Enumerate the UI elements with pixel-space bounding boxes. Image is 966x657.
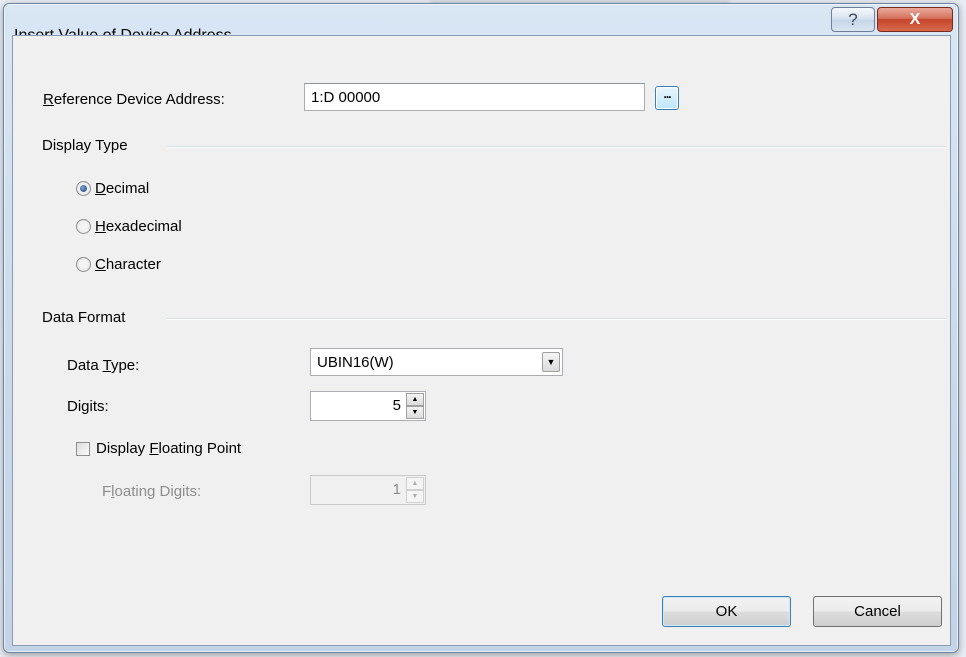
chevron-down-icon[interactable]: ▼ — [542, 352, 560, 372]
data-type-label: Data Type: — [67, 357, 140, 374]
display-type-divider — [167, 146, 946, 148]
floating-digits-value: 1 — [392, 481, 401, 498]
radio-character-control[interactable] — [76, 257, 91, 272]
data-type-select[interactable]: UBIN16(W) ▼ — [310, 348, 563, 376]
reference-address-label: Reference Device Address: — [43, 91, 225, 108]
radio-decimal-label: Decimal — [95, 180, 150, 197]
radio-character-label: Character — [95, 256, 161, 273]
radio-hexadecimal-control[interactable] — [76, 219, 91, 234]
spin-up-icon[interactable]: ▲ — [406, 393, 424, 406]
radio-selected-dot — [80, 185, 87, 192]
close-button[interactable]: X — [877, 7, 953, 32]
reference-mnemonic: R — [43, 91, 54, 108]
dialog-window: Insert Value of Device Address ? X Refer… — [3, 3, 959, 653]
floating-digits-stepper: 1 ▲ ▼ — [310, 475, 426, 505]
data-type-value: UBIN16(W) — [317, 353, 394, 371]
reference-address-value: 1:D 00000 — [311, 88, 381, 106]
ok-button[interactable]: OK — [662, 596, 791, 627]
radio-hexadecimal[interactable]: Hexadecimal — [76, 218, 182, 235]
floating-point-checkbox[interactable] — [76, 441, 90, 456]
reference-address-input[interactable]: 1:D 00000 — [304, 83, 645, 111]
browse-button[interactable]: ... — [655, 86, 679, 110]
spin-up-icon: ▲ — [406, 477, 424, 490]
display-type-title: Display Type — [42, 137, 128, 154]
spin-down-icon: ▼ — [406, 490, 424, 503]
data-format-title: Data Format — [42, 309, 126, 326]
radio-decimal[interactable]: Decimal — [76, 180, 149, 197]
radio-character[interactable]: Character — [76, 256, 161, 273]
floating-point-checkbox-row[interactable]: Display Floating Point — [76, 440, 241, 457]
radio-hexadecimal-label: Hexadecimal — [95, 218, 182, 235]
floating-point-label: Display Floating Point — [96, 440, 242, 457]
help-icon: ? — [848, 9, 858, 29]
data-format-divider — [167, 318, 946, 320]
digits-value: 5 — [392, 397, 401, 414]
radio-decimal-control[interactable] — [76, 181, 91, 196]
dialog-body: Reference Device Address: 1:D 00000 ... … — [12, 35, 951, 646]
digits-label: Digits: — [67, 398, 109, 415]
close-icon: X — [909, 10, 921, 28]
floating-digits-label: Floating Digits: — [102, 483, 202, 500]
spin-down-icon[interactable]: ▼ — [406, 406, 424, 419]
help-button[interactable]: ? — [831, 7, 875, 32]
digits-stepper[interactable]: 5 ▲ ▼ — [310, 391, 426, 421]
reference-label-rest: eference Device Address: — [53, 91, 225, 108]
cancel-button[interactable]: Cancel — [813, 596, 942, 627]
